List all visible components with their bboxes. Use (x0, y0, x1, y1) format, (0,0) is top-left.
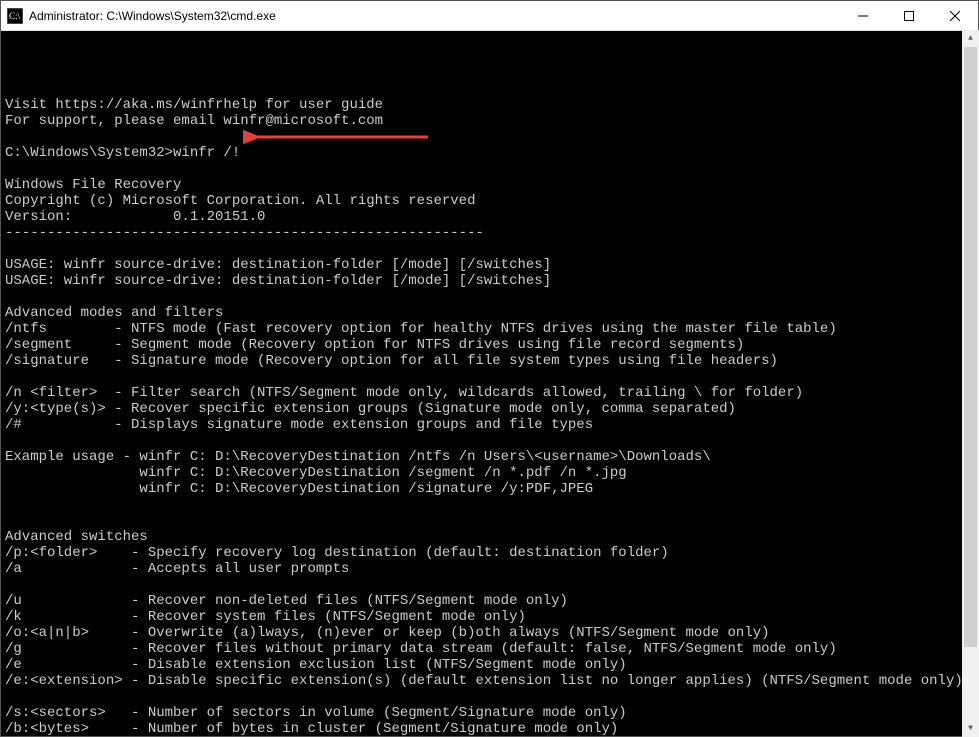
window-title: Administrator: C:\Windows\System32\cmd.e… (29, 9, 276, 23)
close-button[interactable] (932, 1, 978, 30)
maximize-button[interactable] (886, 1, 932, 30)
vertical-scrollbar[interactable]: ▲ ▼ (962, 30, 979, 737)
window-controls (840, 1, 978, 30)
scrollbar-up-button[interactable]: ▲ (962, 30, 979, 47)
titlebar[interactable]: C:\ Administrator: C:\Windows\System32\c… (1, 1, 978, 31)
terminal-area[interactable]: Visit https://aka.ms/winfrhelp for user … (1, 31, 978, 736)
cmd-icon: C:\ (7, 8, 23, 24)
scrollbar-thumb[interactable] (964, 47, 977, 647)
minimize-button[interactable] (840, 1, 886, 30)
scrollbar-down-button[interactable]: ▼ (962, 720, 979, 737)
svg-text:C:\: C:\ (9, 11, 21, 21)
titlebar-left: C:\ Administrator: C:\Windows\System32\c… (7, 8, 276, 24)
terminal-output: Visit https://aka.ms/winfrhelp for user … (5, 97, 974, 736)
cmd-window: C:\ Administrator: C:\Windows\System32\c… (0, 0, 979, 737)
terminal-content: Visit https://aka.ms/winfrhelp for user … (5, 65, 974, 736)
